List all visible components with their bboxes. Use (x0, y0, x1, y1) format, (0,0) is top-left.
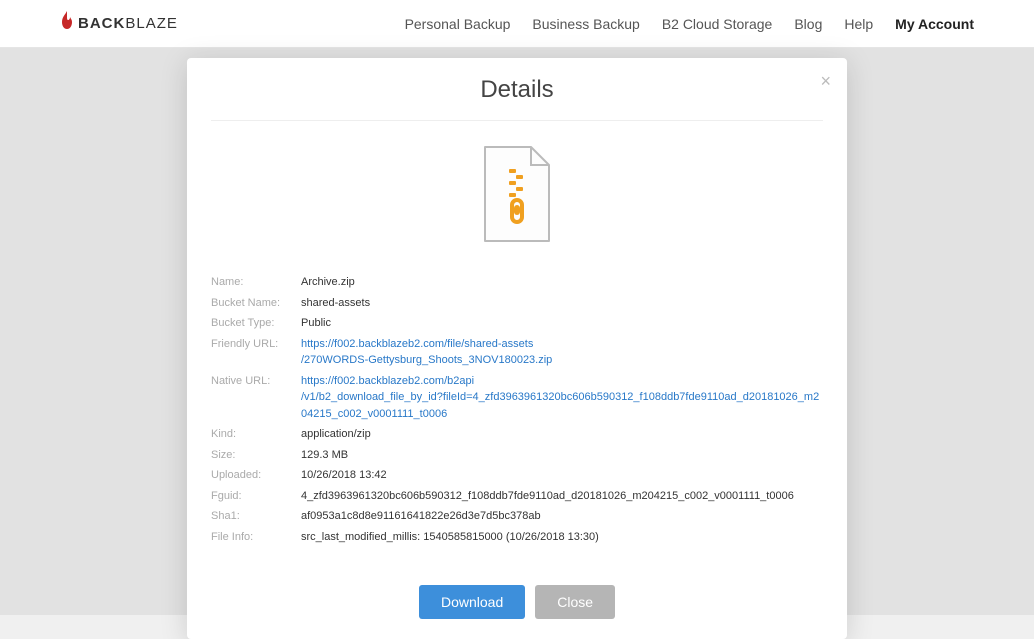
row-native-url: Native URL: https://f002.backblazeb2.com… (211, 373, 823, 423)
label-file-info: File Info: (211, 529, 301, 546)
file-preview (211, 145, 823, 250)
nav-blog[interactable]: Blog (794, 16, 822, 32)
logo-text: BACKBLAZE (78, 15, 178, 32)
value-friendly-url[interactable]: https://f002.backblazeb2.com/file/shared… (301, 336, 823, 369)
flame-icon (60, 11, 74, 36)
nav-b2-cloud-storage[interactable]: B2 Cloud Storage (662, 16, 773, 32)
nav-business-backup[interactable]: Business Backup (532, 16, 639, 32)
nav-my-account[interactable]: My Account (895, 16, 974, 32)
label-fguid: Fguid: (211, 488, 301, 505)
value-bucket-name: shared-assets (301, 295, 823, 312)
row-name: Name: Archive.zip (211, 274, 823, 291)
label-bucket-name: Bucket Name: (211, 295, 301, 312)
label-uploaded: Uploaded: (211, 467, 301, 484)
download-button[interactable]: Download (419, 585, 525, 619)
row-kind: Kind: application/zip (211, 426, 823, 443)
value-native-url[interactable]: https://f002.backblazeb2.com/b2api /v1/b… (301, 373, 823, 423)
row-size: Size: 129.3 MB (211, 447, 823, 464)
close-icon[interactable]: × (820, 72, 831, 90)
value-kind: application/zip (301, 426, 823, 443)
value-uploaded: 10/26/2018 13:42 (301, 467, 823, 484)
logo[interactable]: BACKBLAZE (60, 11, 178, 36)
value-bucket-type: Public (301, 315, 823, 332)
label-bucket-type: Bucket Type: (211, 315, 301, 332)
value-fguid: 4_zfd3963961320bc606b590312_f108ddb7fde9… (301, 488, 823, 505)
nav-personal-backup[interactable]: Personal Backup (405, 16, 511, 32)
value-file-info: src_last_modified_millis: 1540585815000 … (301, 529, 823, 546)
value-sha1: af0953a1c8d8e91161641822e26d3e7d5bc378ab (301, 508, 823, 525)
label-kind: Kind: (211, 426, 301, 443)
row-uploaded: Uploaded: 10/26/2018 13:42 (211, 467, 823, 484)
main-nav: Personal Backup Business Backup B2 Cloud… (405, 16, 974, 32)
modal-title: Details (211, 76, 823, 104)
value-size: 129.3 MB (301, 447, 823, 464)
label-friendly-url: Friendly URL: (211, 336, 301, 369)
modal-buttons: Download Close (211, 585, 823, 619)
label-name: Name: (211, 274, 301, 291)
close-button[interactable]: Close (535, 585, 615, 619)
row-fguid: Fguid: 4_zfd3963961320bc606b590312_f108d… (211, 488, 823, 505)
row-bucket-name: Bucket Name: shared-assets (211, 295, 823, 312)
row-friendly-url: Friendly URL: https://f002.backblazeb2.c… (211, 336, 823, 369)
row-file-info: File Info: src_last_modified_millis: 154… (211, 529, 823, 546)
top-header: BACKBLAZE Personal Backup Business Backu… (0, 0, 1034, 48)
details-modal: × Details Name: Archive.zip (187, 58, 847, 639)
label-sha1: Sha1: (211, 508, 301, 525)
row-bucket-type: Bucket Type: Public (211, 315, 823, 332)
label-native-url: Native URL: (211, 373, 301, 423)
divider (211, 120, 823, 121)
label-size: Size: (211, 447, 301, 464)
nav-help[interactable]: Help (844, 16, 873, 32)
zip-file-icon (481, 145, 553, 250)
details-table: Name: Archive.zip Bucket Name: shared-as… (211, 274, 823, 545)
value-name: Archive.zip (301, 274, 823, 291)
row-sha1: Sha1: af0953a1c8d8e91161641822e26d3e7d5b… (211, 508, 823, 525)
